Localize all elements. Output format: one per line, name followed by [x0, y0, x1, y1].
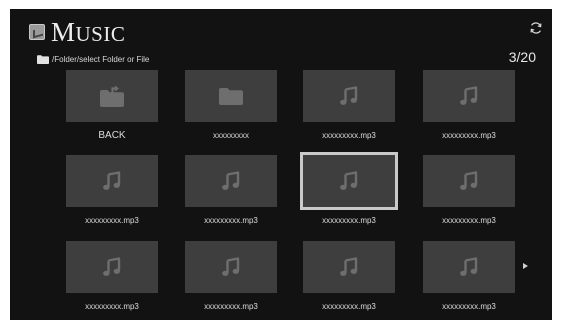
music-note-icon	[340, 86, 358, 105]
music-browser-screen: MUSIC /Folder/select Folder or File 3/20…	[10, 9, 552, 320]
tile-label: xxxxxxxxx	[213, 131, 249, 140]
tile-label: xxxxxxxxx.mp3	[442, 302, 496, 311]
music-file-tile[interactable]: xxxxxxxxx.mp3	[423, 70, 515, 140]
music-file-tile[interactable]: xxxxxxxxx.mp3	[423, 155, 515, 225]
tile-label: xxxxxxxxx.mp3	[85, 216, 139, 225]
thumbnail[interactable]	[303, 241, 395, 293]
music-file-tile[interactable]: xxxxxxxxx.mp3	[303, 70, 395, 140]
music-note-icon	[460, 257, 478, 276]
music-file-tile[interactable]: xxxxxxxxx.mp3	[66, 241, 158, 311]
tile-label: BACK	[98, 130, 126, 141]
music-note-icon	[340, 257, 358, 276]
thumbnail[interactable]	[66, 70, 158, 122]
selected-thumbnail[interactable]	[300, 152, 398, 210]
tile-label: xxxxxxxxx.mp3	[322, 131, 376, 140]
folder-tile[interactable]: xxxxxxxxx	[185, 70, 277, 140]
thumbnail[interactable]	[185, 241, 277, 293]
music-file-tile[interactable]: xxxxxxxxx.mp3	[185, 155, 277, 225]
tile-label: xxxxxxxxx.mp3	[204, 302, 258, 311]
thumbnail[interactable]	[66, 155, 158, 207]
thumbnail[interactable]	[423, 70, 515, 122]
music-note-icon	[103, 171, 121, 190]
music-file-tile[interactable]: xxxxxxxxx.mp3	[66, 155, 158, 225]
music-file-tile[interactable]: xxxxxxxxx.mp3	[185, 241, 277, 311]
music-note-icon	[103, 257, 121, 276]
music-file-tile[interactable]: xxxxxxxxx.mp3	[303, 241, 395, 311]
music-note-icon	[460, 86, 478, 105]
folder-icon	[219, 88, 243, 105]
tile-label: xxxxxxxxx.mp3	[85, 302, 139, 311]
thumbnail[interactable]	[423, 155, 515, 207]
thumbnail[interactable]	[303, 70, 395, 122]
music-file-tile[interactable]: xxxxxxxxx.mp3	[300, 152, 398, 225]
music-note-icon	[460, 171, 478, 190]
music-note-icon	[340, 171, 358, 190]
tile-label: xxxxxxxxx.mp3	[442, 216, 496, 225]
tile-label: xxxxxxxxx.mp3	[204, 216, 258, 225]
thumbnail[interactable]	[423, 241, 515, 293]
back-tile[interactable]: BACK	[66, 70, 158, 141]
next-page-arrow-icon[interactable]	[523, 263, 528, 269]
thumbnail[interactable]	[66, 241, 158, 293]
tile-label: xxxxxxxxx.mp3	[322, 302, 376, 311]
tile-label: xxxxxxxxx.mp3	[322, 216, 376, 225]
music-note-icon	[222, 171, 240, 190]
thumbnail[interactable]	[185, 70, 277, 122]
back-folder-icon	[100, 85, 124, 107]
music-file-tile[interactable]: xxxxxxxxx.mp3	[423, 241, 515, 311]
tile-label: xxxxxxxxx.mp3	[442, 131, 496, 140]
thumbnail[interactable]	[185, 155, 277, 207]
music-note-icon	[222, 257, 240, 276]
file-grid: BACK xxxxxxxxx xxxxxxxxx.mp3 xxxxxxxxx.mp3 x…	[10, 9, 552, 320]
